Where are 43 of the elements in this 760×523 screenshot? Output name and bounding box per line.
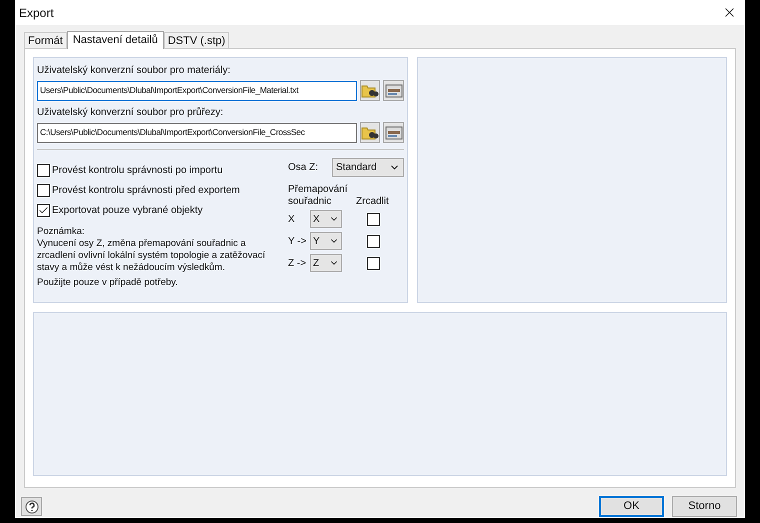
- checkbox[interactable]: [367, 212, 380, 226]
- checkbox-label: Exportovat pouze vybrané objekty: [52, 204, 203, 218]
- help-icon: [24, 500, 38, 514]
- tab[interactable]: DSTV (.stp): [164, 32, 230, 48]
- path-field[interactable]: C:\Users\Public\Documents\Dlubal\ImportExport\ConversionFile_CrossSec: [37, 122, 357, 142]
- note-hint: Použijte pouze v případě potřeby.: [37, 277, 179, 289]
- checkbox[interactable]: [37, 184, 50, 196]
- edit-button[interactable]: [383, 80, 404, 101]
- tab[interactable]: Nastavení detailů: [66, 31, 164, 49]
- axis-label: X: [288, 212, 296, 226]
- checkbox[interactable]: [367, 256, 380, 270]
- note-text: Vynucení osy Z, změna přemapování souřadnic a zrcadlení ovlivní lokální systém topologie a zatěžovací stavy a může vést k nežádoucím výsledkům.: [37, 238, 266, 274]
- path-field[interactable]: Users\Public\Documents\Dlubal\ImportExport\ConversionFile_Material.txt: [37, 80, 357, 100]
- check-icon: [38, 204, 49, 216]
- edit-file-icon: [384, 124, 403, 140]
- folder-search-icon: [360, 124, 379, 140]
- field-label: Uživatelský konverzní soubor pro průřezy:: [37, 107, 224, 119]
- axis-dropdown[interactable]: Standard: [332, 158, 404, 177]
- folder-search-icon: [360, 82, 379, 98]
- checkbox-label: Provést kontrolu správnosti po importu: [52, 164, 223, 178]
- column-header: Přemapování souřadnic: [288, 184, 348, 208]
- browse-button[interactable]: [360, 122, 380, 143]
- checkbox[interactable]: [367, 234, 380, 248]
- dialog-button[interactable]: OK: [599, 496, 664, 517]
- field-label: Uživatelský konverzní soubor pro materiály:: [37, 65, 232, 77]
- edit-button[interactable]: [383, 122, 404, 143]
- checkbox[interactable]: [37, 204, 50, 216]
- browse-button[interactable]: [360, 80, 380, 101]
- axis-dropdown[interactable]: Z: [310, 254, 342, 272]
- checkbox-label: Provést kontrolu správnosti před exportem: [52, 184, 240, 198]
- help-button[interactable]: [21, 497, 42, 516]
- column-header: Zrcadlit: [356, 196, 389, 208]
- tab[interactable]: Formát: [24, 32, 67, 48]
- edit-file-icon: [384, 82, 403, 98]
- axis-dropdown[interactable]: X: [310, 210, 342, 228]
- note-title: Poznámka:: [37, 226, 86, 238]
- axis-dropdown[interactable]: Y: [310, 232, 342, 250]
- checkbox[interactable]: [37, 164, 50, 176]
- axis-label: Z ->: [288, 256, 308, 270]
- axis-label: Osa Z:: [288, 161, 320, 175]
- axis-label: Y ->: [288, 234, 308, 248]
- dialog-button[interactable]: Storno: [672, 496, 737, 517]
- window-title: Export: [19, 4, 54, 22]
